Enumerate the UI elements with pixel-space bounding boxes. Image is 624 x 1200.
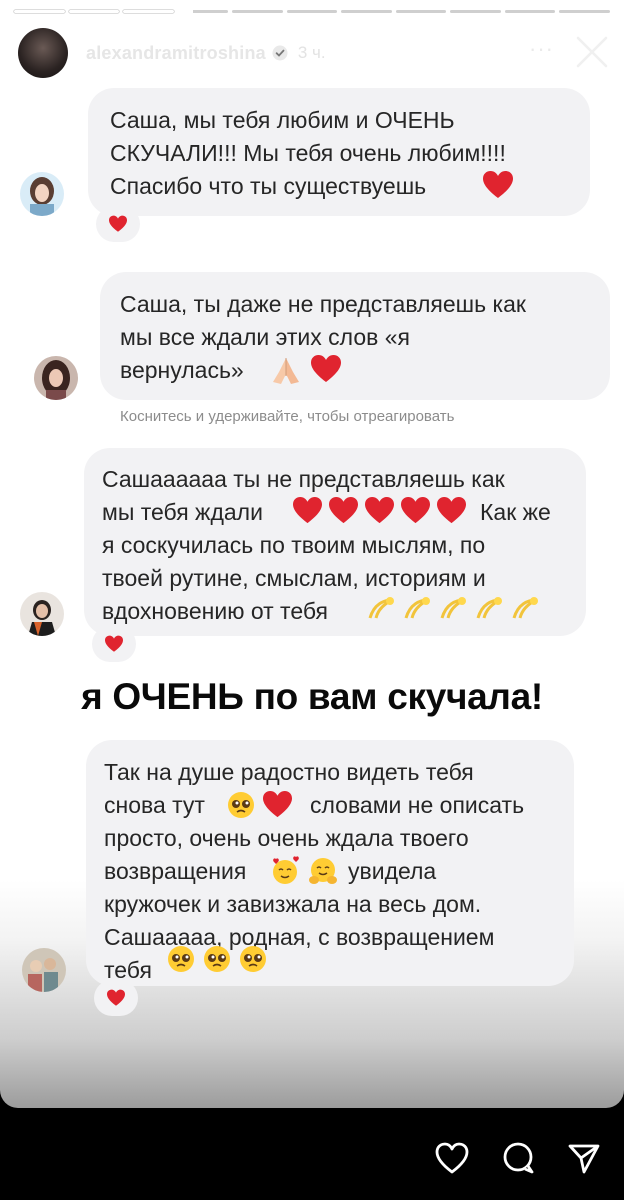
hearts-row bbox=[292, 496, 467, 525]
comment-icon[interactable] bbox=[500, 1140, 536, 1176]
comment-text: Саша, мы тебя любим и ОЧЕНЬ СКУЧАЛИ!!! М… bbox=[110, 107, 506, 199]
heart-icon bbox=[109, 215, 127, 232]
dizzy-row bbox=[366, 594, 540, 624]
comment-text: просто, очень очень ждала твоего bbox=[104, 825, 469, 851]
heart-emoji bbox=[401, 496, 430, 524]
heart-icon bbox=[107, 989, 125, 1006]
commenter-avatar bbox=[20, 592, 64, 636]
progress-bar bbox=[504, 10, 556, 13]
username[interactable]: alexandramitroshina bbox=[86, 43, 266, 64]
progress-bar bbox=[559, 10, 611, 13]
story-header: alexandramitroshina 3 ч. ··· bbox=[18, 26, 610, 80]
progress-bar bbox=[395, 10, 447, 13]
story-time: 3 ч. bbox=[297, 43, 326, 62]
heart-emoji bbox=[311, 355, 341, 382]
progress-bar-current bbox=[177, 10, 229, 13]
progress-bar bbox=[232, 10, 283, 13]
heart-icon bbox=[105, 635, 123, 652]
progress-bar bbox=[341, 10, 392, 13]
heart-reaction[interactable] bbox=[92, 626, 136, 662]
dizzy-emoji bbox=[404, 597, 430, 619]
smiling-hearts-emoji bbox=[273, 856, 299, 884]
dizzy-emoji bbox=[512, 597, 538, 619]
comment-text: кружочек и завизжала на весь дом. bbox=[104, 891, 482, 917]
more-button[interactable]: ··· bbox=[529, 36, 554, 62]
pleading-face-emoji bbox=[228, 792, 254, 818]
pleading-row bbox=[166, 944, 268, 974]
dizzy-emoji bbox=[368, 597, 394, 619]
comment-text: словами не описать bbox=[310, 792, 525, 818]
comment-bubble[interactable]: Так на душе радостно видеть тебя снова т… bbox=[86, 740, 574, 986]
dizzy-emoji bbox=[440, 597, 466, 619]
story-canvas: alexandramitroshina 3 ч. ··· Саша, мы те… bbox=[0, 0, 624, 1108]
like-heart-icon[interactable] bbox=[434, 1140, 470, 1176]
pleading-face-emoji bbox=[240, 946, 266, 972]
comment-text: увидела bbox=[348, 858, 437, 884]
heart-emoji bbox=[365, 496, 394, 524]
commenter-avatar bbox=[34, 356, 78, 400]
heart-reaction[interactable] bbox=[94, 980, 138, 1016]
progress-bar bbox=[123, 10, 174, 13]
avatar[interactable] bbox=[18, 28, 68, 78]
heart-emoji bbox=[329, 496, 358, 524]
progress-bar bbox=[286, 10, 338, 13]
react-hint: Коснитесь и удерживайте, чтобы отреагиро… bbox=[120, 408, 455, 425]
story-actions bbox=[434, 1140, 602, 1176]
dizzy-emoji bbox=[476, 597, 502, 619]
heart-reaction[interactable] bbox=[96, 206, 140, 242]
heart-emoji bbox=[483, 171, 513, 198]
comment-text: Как же bbox=[480, 499, 551, 525]
verified-icon bbox=[272, 45, 288, 61]
commenter-avatar bbox=[22, 948, 66, 992]
progress-bar bbox=[14, 10, 65, 13]
story-headline: я ОЧЕНЬ по вам скучала! bbox=[81, 676, 543, 717]
heart-emoji bbox=[293, 496, 322, 524]
heart-emoji bbox=[437, 496, 466, 524]
story-progress-bars bbox=[14, 10, 611, 13]
hugging-face-emoji bbox=[309, 858, 337, 884]
comment-bubble[interactable]: Саша, ты даже не представляешь как мы вс… bbox=[100, 272, 610, 400]
close-icon[interactable] bbox=[574, 34, 610, 70]
heart-emoji bbox=[263, 790, 292, 818]
comment-bubble[interactable]: Саша, мы тебя любим и ОЧЕНЬ СКУЧАЛИ!!! М… bbox=[88, 88, 590, 216]
progress-bar bbox=[450, 10, 501, 13]
comment-text: снова тут bbox=[104, 792, 205, 818]
share-icon[interactable] bbox=[566, 1140, 602, 1176]
commenter-avatar bbox=[20, 172, 64, 216]
praying-hands-emoji bbox=[273, 358, 299, 384]
progress-bar bbox=[68, 10, 120, 13]
pleading-face-emoji bbox=[204, 946, 230, 972]
comment-text: возвращения bbox=[104, 858, 247, 884]
comment-bubble[interactable]: Сашаааааа ты не представляешь как мы теб… bbox=[84, 448, 586, 636]
pleading-face-emoji bbox=[168, 946, 194, 972]
comment-text: Так на душе радостно видеть тебя bbox=[104, 759, 474, 785]
comment-text: Сашааааа, родная, с возвращением bbox=[104, 924, 495, 950]
